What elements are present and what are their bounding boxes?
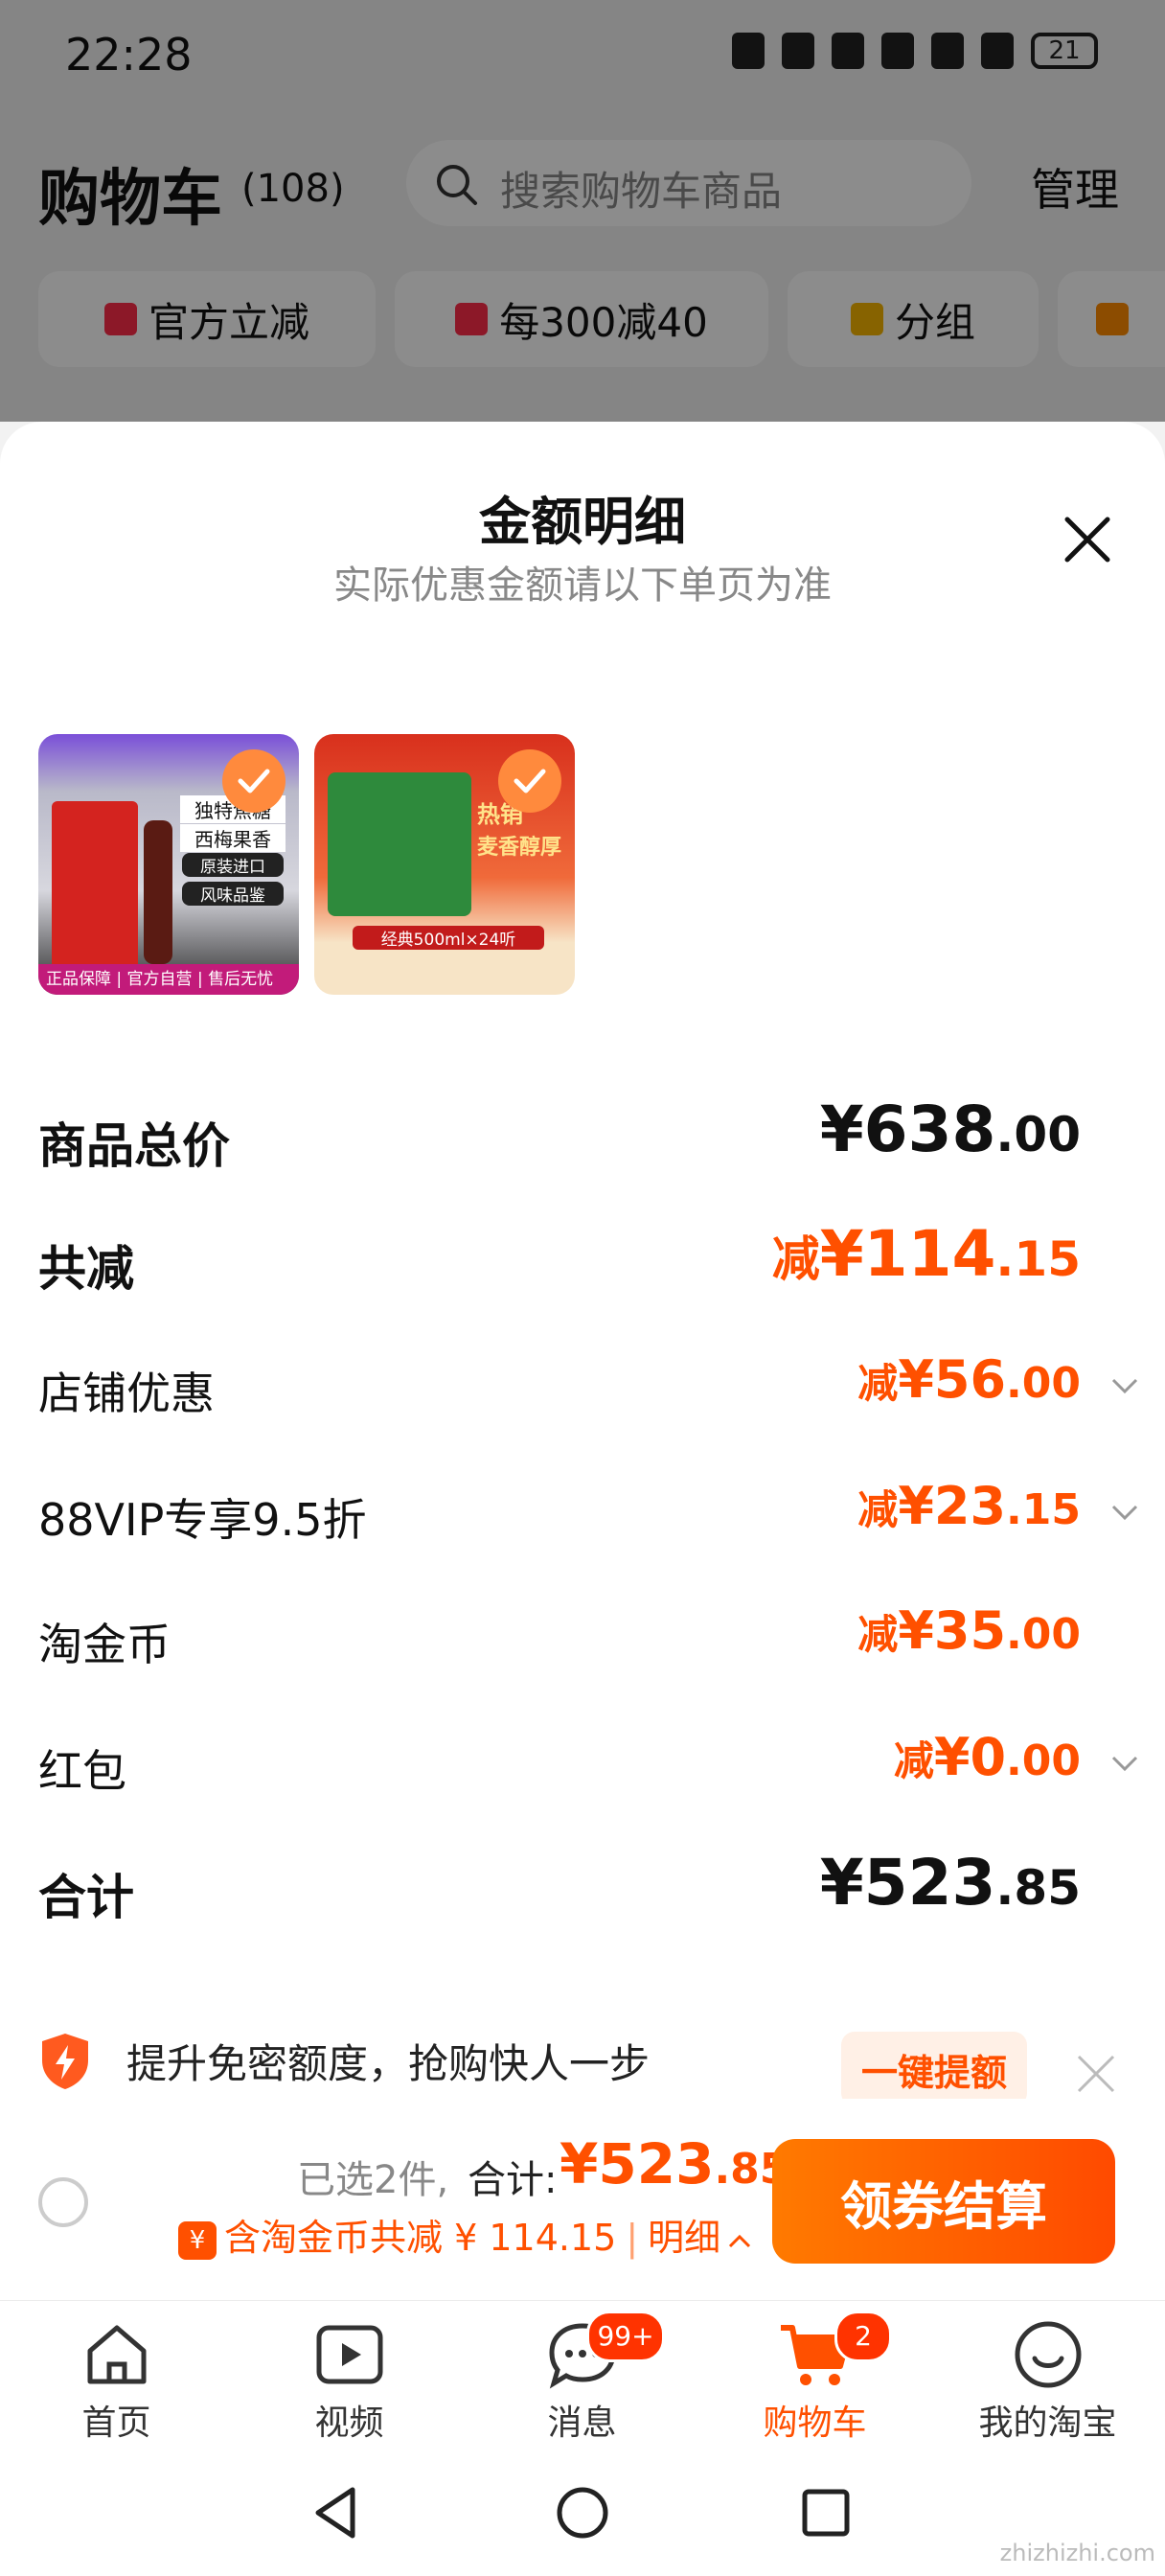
tab-video[interactable]: 视频 bbox=[233, 2301, 466, 2454]
tip-text: 提升免密额度，抢购快人一步 bbox=[126, 2040, 651, 2087]
product-tag: 风味品鉴 bbox=[182, 882, 284, 906]
promo-line[interactable]: ¥ 含淘金币共减 ¥ 114.15 | 明细 bbox=[178, 2208, 753, 2261]
value-int: ¥638 bbox=[819, 1092, 996, 1166]
checkout-button[interactable]: 领券结算 bbox=[772, 2139, 1115, 2264]
value-int: ¥56 bbox=[898, 1349, 1007, 1410]
product-tag: 原装进口 bbox=[182, 853, 284, 877]
close-tip-icon[interactable] bbox=[1075, 2053, 1117, 2095]
value-dec: .00 bbox=[995, 1107, 1081, 1162]
product-thumb-hennessy[interactable]: 独特焦糖 西梅果香 原装进口 风味品鉴 正品保障 | 官方自营 | 售后无忧 bbox=[38, 734, 299, 995]
grand-total-value: ¥523.85 bbox=[820, 1846, 1081, 1920]
value-prefix: 减 bbox=[857, 1611, 899, 1658]
detail-link[interactable]: 明细 bbox=[648, 2217, 720, 2259]
select-all-radio[interactable] bbox=[38, 2177, 88, 2227]
smile-icon bbox=[1015, 2321, 1081, 2388]
shop-discount-value[interactable]: 减¥56.00 bbox=[857, 1349, 1081, 1410]
row-label: 共减 bbox=[38, 1241, 134, 1297]
shield-icon bbox=[42, 2034, 88, 2089]
chevron-up-icon bbox=[729, 2234, 751, 2248]
value-dec: .00 bbox=[1006, 1359, 1081, 1408]
system-nav-bar: zhizhizhi.com bbox=[0, 2453, 1165, 2576]
row-label: 88VIP专享9.5折 bbox=[38, 1494, 367, 1546]
total-int: ¥523 bbox=[560, 2131, 715, 2196]
tab-home[interactable]: 首页 bbox=[0, 2301, 233, 2454]
chevron-down-icon[interactable] bbox=[1108, 1495, 1142, 1530]
tab-label: 视频 bbox=[314, 2404, 384, 2443]
close-icon[interactable] bbox=[1062, 514, 1113, 565]
value-prefix: 减 bbox=[771, 1231, 820, 1287]
product-box-image bbox=[52, 801, 138, 974]
checkout-total: ¥523.85 bbox=[560, 2131, 788, 2196]
row-label: 淘金币 bbox=[38, 1619, 171, 1670]
red-packet-value[interactable]: 减¥0.00 bbox=[894, 1727, 1081, 1787]
amount-detail-sheet: 金额明细 实际优惠金额请以下单页为准 独特焦糖 西梅果香 原装进口 风味品鉴 正… bbox=[0, 422, 1165, 2128]
tab-label: 消息 bbox=[547, 2404, 617, 2443]
selected-count: 已选2件, bbox=[297, 2158, 449, 2202]
value-prefix: 减 bbox=[857, 1486, 899, 1533]
value-dec: .00 bbox=[1006, 1610, 1081, 1659]
value-prefix: 减 bbox=[893, 1737, 934, 1784]
vip-discount-value[interactable]: 减¥23.15 bbox=[857, 1476, 1081, 1536]
value-int: ¥23 bbox=[898, 1476, 1007, 1536]
row-label: 合计 bbox=[38, 1870, 134, 1925]
product-footer: 正品保障 | 官方自营 | 售后无忧 bbox=[38, 964, 299, 995]
sheet-title: 金额明细 bbox=[479, 492, 686, 552]
coin-icon: ¥ bbox=[178, 2220, 217, 2260]
product-tag: 麦香醇厚 bbox=[477, 836, 562, 860]
value-int: ¥114 bbox=[819, 1217, 996, 1291]
row-label: 红包 bbox=[38, 1745, 126, 1797]
row-label: 商品总价 bbox=[38, 1118, 230, 1174]
value-dec: .15 bbox=[995, 1231, 1081, 1287]
chevron-down-icon[interactable] bbox=[1108, 1368, 1142, 1403]
checked-icon[interactable] bbox=[222, 749, 286, 813]
message-badge: 99+ bbox=[586, 2311, 665, 2362]
coin-discount-value: 减¥35.00 bbox=[857, 1600, 1081, 1661]
tab-label: 购物车 bbox=[763, 2404, 867, 2443]
row-label: 店铺优惠 bbox=[38, 1368, 215, 1419]
promo-text: 含淘金币共减 ¥ 114.15 bbox=[224, 2217, 617, 2259]
value-int: ¥0 bbox=[933, 1727, 1007, 1787]
tab-messages[interactable]: 99+ 消息 bbox=[466, 2301, 698, 2454]
chevron-down-icon[interactable] bbox=[1108, 1746, 1142, 1781]
tab-my-taobao[interactable]: 我的淘宝 bbox=[931, 2301, 1164, 2454]
value-dec: .15 bbox=[1006, 1485, 1081, 1534]
home-nav-icon[interactable] bbox=[554, 2484, 611, 2542]
product-tag: 西梅果香 bbox=[180, 824, 286, 852]
total-discount-value: 减¥114.15 bbox=[772, 1217, 1081, 1291]
product-bottle-image bbox=[144, 820, 172, 964]
product-thumb-tsingtao[interactable]: 热销 麦香醇厚 经典500ml×24听 bbox=[314, 734, 575, 995]
checkout-bar: 已选2件, 合计: ¥523.85 ¥ 含淘金币共减 ¥ 114.15 | 明细 领券… bbox=[0, 2099, 1165, 2300]
tab-cart[interactable]: 2 购物车 bbox=[698, 2301, 931, 2454]
beer-cans-image bbox=[328, 772, 471, 916]
value-prefix: 减 bbox=[857, 1360, 899, 1407]
overlay-scrim[interactable] bbox=[0, 0, 1165, 422]
total-label: 合计: bbox=[468, 2158, 558, 2202]
watermark: zhizhizhi.com bbox=[999, 2540, 1155, 2566]
total-price-value: ¥638.00 bbox=[820, 1092, 1081, 1166]
tab-label: 我的淘宝 bbox=[978, 2404, 1117, 2443]
product-footer: 经典500ml×24听 bbox=[353, 926, 544, 950]
value-dec: .85 bbox=[995, 1860, 1081, 1916]
value-int: ¥523 bbox=[819, 1846, 996, 1920]
tab-label: 首页 bbox=[81, 2404, 151, 2443]
value-dec: .00 bbox=[1006, 1736, 1081, 1785]
value-int: ¥35 bbox=[898, 1600, 1007, 1661]
home-icon bbox=[87, 2325, 146, 2384]
video-icon bbox=[316, 2325, 382, 2384]
back-icon[interactable] bbox=[308, 2484, 366, 2542]
bottom-tab-bar: 首页 视频 99+ 消息 2 购物车 我的淘宝 bbox=[0, 2300, 1165, 2454]
checked-icon[interactable] bbox=[498, 749, 561, 813]
recents-icon[interactable] bbox=[797, 2484, 855, 2542]
cart-badge: 2 bbox=[834, 2311, 892, 2362]
sheet-subtitle: 实际优惠金额请以下单页为准 bbox=[333, 564, 832, 608]
raise-limit-button[interactable]: 一键提额 bbox=[841, 2032, 1027, 2106]
